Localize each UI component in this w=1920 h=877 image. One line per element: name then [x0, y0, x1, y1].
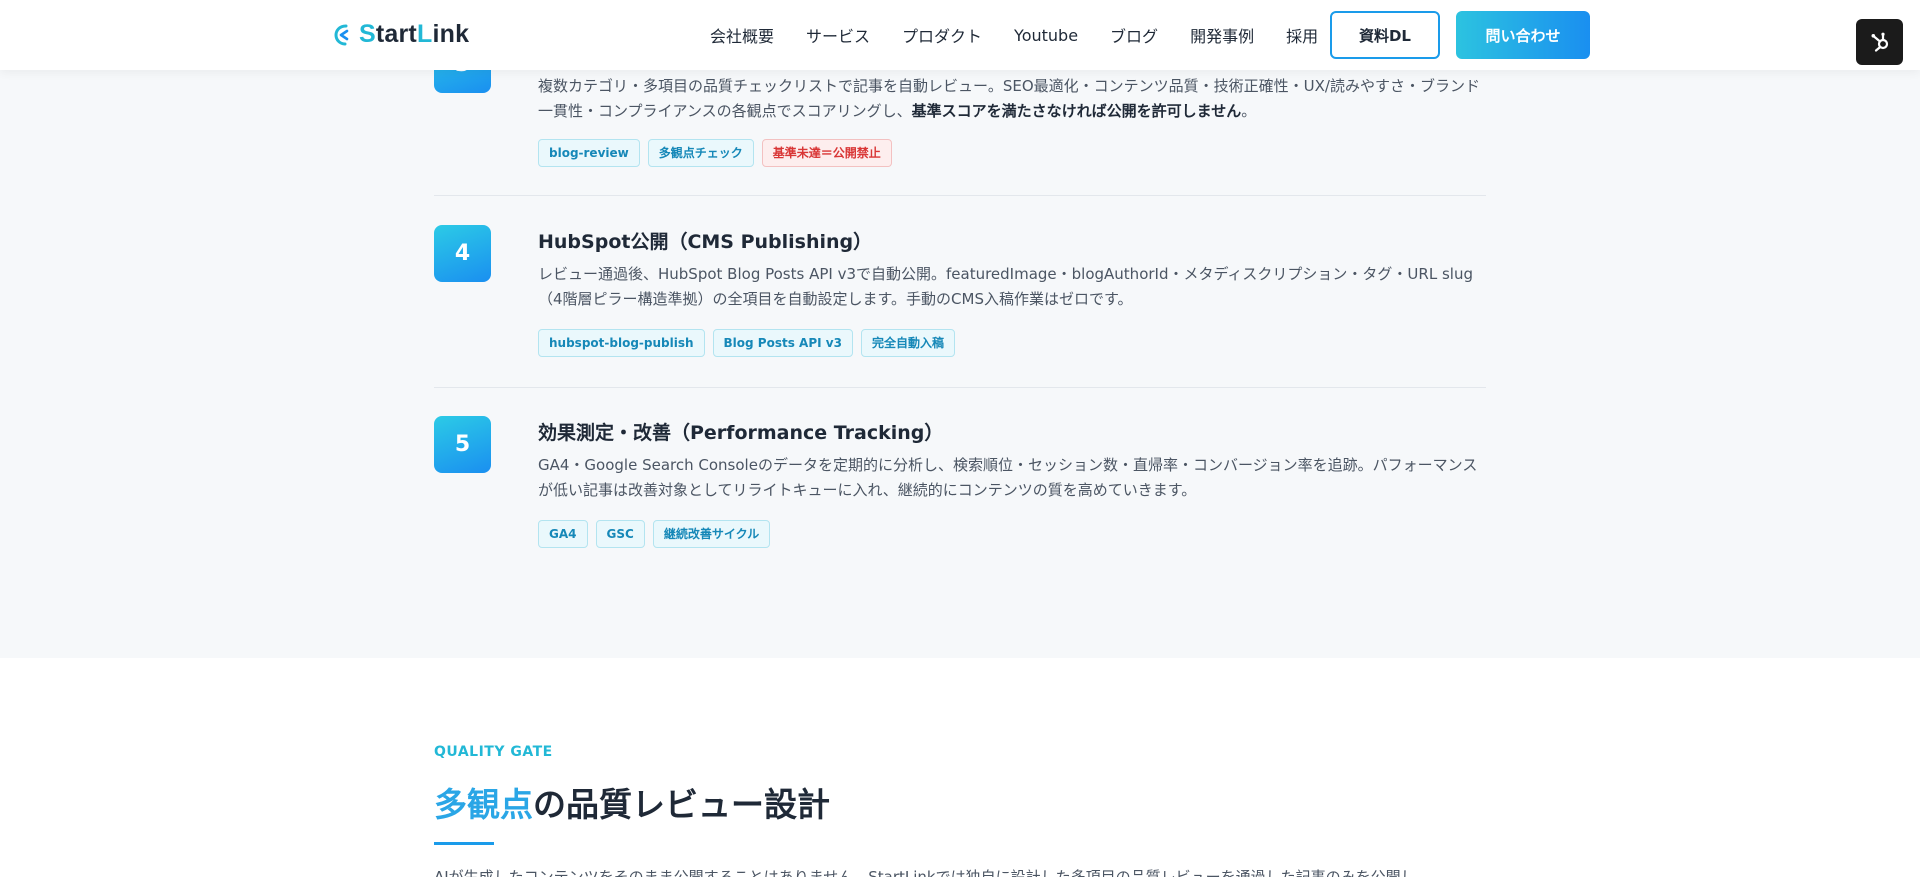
nav-item-recruit[interactable]: 採用 [1286, 23, 1318, 47]
logo-part: tart [375, 20, 417, 48]
logo-letter-l: L [416, 20, 433, 48]
step-tags: blog-review 多観点チェック 基準未達＝公開禁止 [538, 139, 1486, 167]
quality-gate-section: QUALITY GATE 多観点の品質レビュー設計 AIが生成したコンテンツをそ… [0, 658, 1920, 877]
tag-multi-check: 多観点チェック [647, 139, 754, 167]
logo-part: ink [432, 20, 470, 48]
step-description-end: 。 [1241, 102, 1257, 120]
step-title: 効果測定・改善（Performance Tracking） [538, 422, 944, 444]
step-description: 複数カテゴリ・多項目の品質チェックリストで記事を自動レビュー。SEO最適化・コン… [538, 74, 1486, 124]
step-number: 5 [454, 432, 471, 457]
tag-hubspot-blog-publish: hubspot-blog-publish [538, 329, 705, 357]
main-nav: 会社概要 サービス プロダクト Youtube ブログ 開発事例 採用 [710, 0, 1350, 70]
section-intro: AIが生成したコンテンツをそのまま公開することはありません。StartLinkで… [434, 868, 1416, 877]
tag-continuous-improvement: 継続改善サイクル [652, 520, 771, 548]
tag-blog-review: blog-review [538, 139, 640, 167]
nav-item-youtube[interactable]: Youtube [1014, 26, 1078, 45]
logo-text: StartLink [359, 20, 469, 49]
step-number: 4 [454, 241, 471, 266]
nav-item-cases[interactable]: 開発事例 [1190, 23, 1254, 47]
logo-letter-s: S [359, 20, 376, 48]
step-description: レビュー通過後、HubSpot Blog Posts API v3で自動公開。f… [538, 265, 1473, 308]
startlink-logo-icon [334, 24, 349, 45]
step-body: 複数カテゴリ・多項目の品質チェックリストで記事を自動レビュー。SEO最適化・コン… [538, 74, 1486, 167]
tag-auto-publish: 完全自動入稿 [860, 329, 955, 357]
tag-gsc: GSC [595, 520, 645, 548]
step-number-badge: 4 [434, 225, 491, 282]
hubspot-icon [1871, 32, 1888, 52]
nav-item-products[interactable]: プロダクト [902, 23, 982, 47]
step-description: GA4・Google Search Consoleのデータを定期的に分析し、検索… [538, 456, 1478, 499]
step-description-emphasis: 基準スコアを満たさなければ公開を許可しません [911, 102, 1242, 120]
step-divider [434, 387, 1486, 388]
site-header: StartLink 会社概要 サービス プロダクト Youtube ブログ 開発… [0, 0, 1920, 70]
nav-item-services[interactable]: サービス [806, 23, 870, 47]
hubspot-widget-button[interactable] [1856, 19, 1903, 65]
contact-button[interactable]: 問い合わせ [1456, 11, 1590, 59]
step-divider [434, 195, 1486, 196]
download-materials-button[interactable]: 資料DL [1330, 11, 1440, 59]
section-eyebrow: QUALITY GATE [434, 744, 553, 760]
tag-blog-posts-api: Blog Posts API v3 [712, 329, 853, 357]
step-number-badge: 5 [434, 416, 491, 473]
nav-item-blog[interactable]: ブログ [1110, 23, 1158, 47]
section-title: 多観点の品質レビュー設計 [434, 778, 830, 826]
section-title-underline [434, 842, 494, 845]
tag-ga4: GA4 [538, 520, 588, 548]
process-steps-section: 3 複数カテゴリ・多項目の品質チェックリストで記事を自動レビュー。SEO最適化・… [0, 0, 1920, 658]
site-logo[interactable]: StartLink [333, 20, 469, 49]
step-body: 効果測定・改善（Performance Tracking） GA4・Google… [538, 416, 1486, 548]
step-title: HubSpot公開（CMS Publishing） [538, 231, 873, 253]
step-tags: hubspot-blog-publish Blog Posts API v3 完… [538, 329, 1486, 357]
step-body: HubSpot公開（CMS Publishing） レビュー通過後、HubSpo… [538, 225, 1486, 357]
nav-item-company[interactable]: 会社概要 [710, 23, 774, 47]
step-tags: GA4 GSC 継続改善サイクル [538, 520, 1486, 548]
tag-publish-block: 基準未達＝公開禁止 [761, 139, 892, 167]
section-title-rest: の品質レビュー設計 [533, 785, 830, 824]
section-title-highlight: 多観点 [434, 785, 533, 824]
